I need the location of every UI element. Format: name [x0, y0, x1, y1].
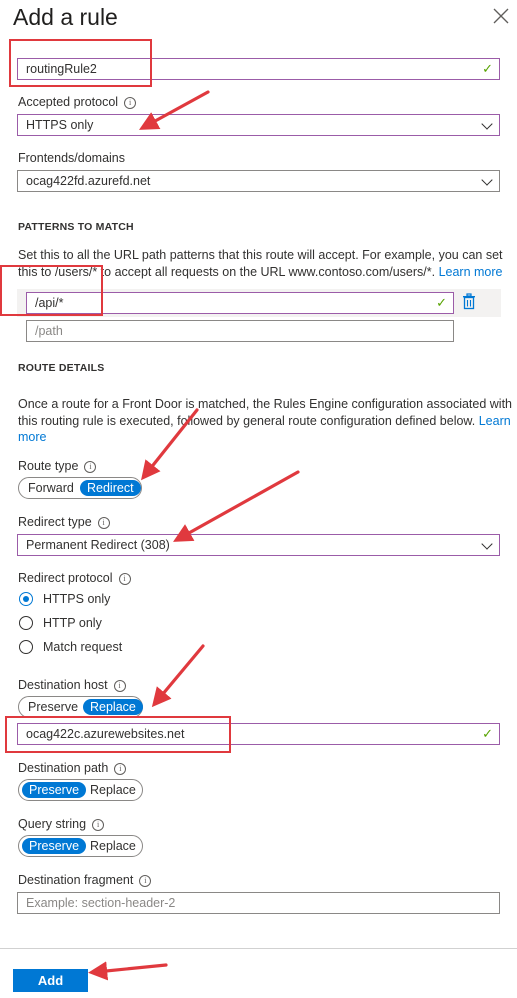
arrow-route-type — [141, 408, 199, 481]
arrow-destination-host — [151, 644, 205, 708]
arrow-add-button — [88, 961, 168, 981]
arrow-accepted-protocol — [138, 90, 210, 130]
annotation-arrows — [88, 90, 300, 981]
arrow-redirect-type — [173, 470, 300, 542]
